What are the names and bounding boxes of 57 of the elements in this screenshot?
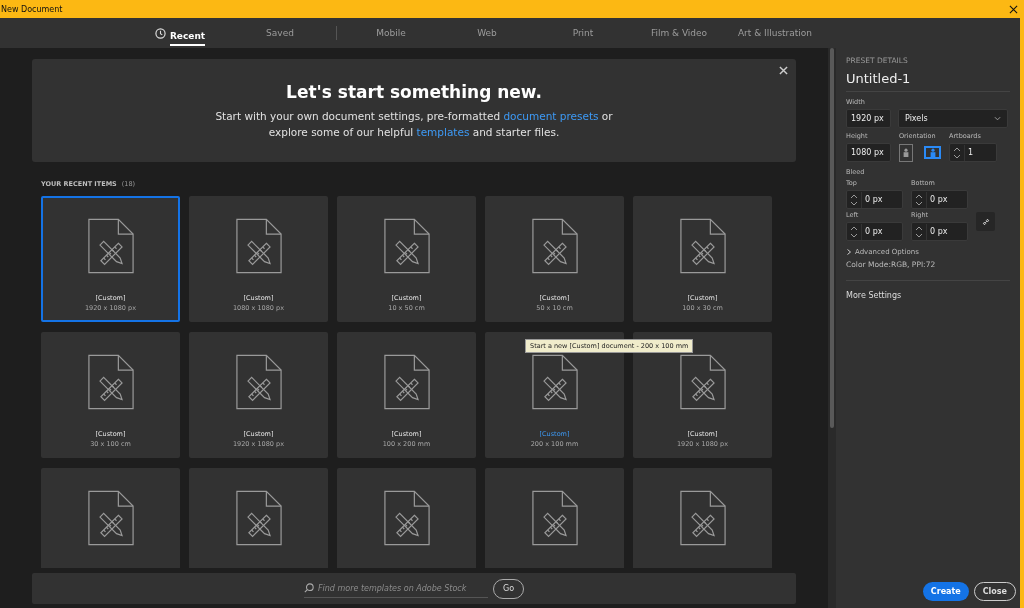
scrollbar[interactable] <box>828 48 836 608</box>
tab[interactable]: Mobile <box>343 18 439 48</box>
document-icon <box>679 218 726 274</box>
tab[interactable]: Film & Video <box>631 18 727 48</box>
link-icon <box>980 216 991 227</box>
portrait-button[interactable] <box>899 143 913 162</box>
document-icon <box>531 218 578 274</box>
bleed-field[interactable]: 0 px <box>911 190 968 209</box>
tab[interactable]: Web <box>439 18 535 48</box>
landscape-button[interactable] <box>924 146 941 159</box>
close-icon[interactable] <box>1009 4 1018 14</box>
document-icon <box>235 354 282 410</box>
link[interactable]: templates <box>416 125 470 138</box>
artboards-field[interactable]: 1 <box>949 143 997 162</box>
welcome-text: Start with your own document settings, pre-formatted document presets or <box>215 108 613 124</box>
document-icon <box>87 218 134 274</box>
document-icon <box>383 354 430 410</box>
create-button[interactable]: Create <box>922 582 969 601</box>
document-card[interactable] <box>633 468 772 568</box>
tab[interactable]: Art & Illustration <box>727 18 823 48</box>
document-icon <box>235 490 282 546</box>
document-card[interactable] <box>485 468 624 568</box>
link-button[interactable] <box>976 212 995 231</box>
person-icon <box>928 147 937 158</box>
document-icon <box>531 354 578 410</box>
tab[interactable]: Recent <box>130 18 230 48</box>
link[interactable]: document presets <box>503 109 599 122</box>
welcome-title: Let's start something new. <box>286 81 542 102</box>
document-icon <box>531 490 578 546</box>
window-title: New Document <box>1 4 63 14</box>
document-card[interactable] <box>189 468 328 568</box>
document-card[interactable] <box>337 468 476 568</box>
bleed-field[interactable]: 0 px <box>911 222 968 241</box>
document-icon <box>235 218 282 274</box>
document-icon <box>383 490 430 546</box>
search-field[interactable]: Find more templates on Adobe Stock <box>303 579 488 598</box>
tab[interactable]: Print <box>535 18 631 48</box>
document-icon <box>679 354 726 410</box>
chevron-right-icon <box>846 249 852 255</box>
document-name[interactable]: Untitled-1 <box>846 65 1010 92</box>
bleed-field[interactable]: 0 px <box>846 190 903 209</box>
search-icon <box>303 583 314 593</box>
document-icon <box>87 354 134 410</box>
more-settings-link[interactable]: More Settings <box>846 291 1010 300</box>
welcome-text: explore some of our helpful templates and starter files. <box>268 124 560 140</box>
height-field[interactable]: 1080 px <box>846 143 891 162</box>
chevron-down-icon <box>994 116 1001 121</box>
document-card[interactable] <box>41 468 180 568</box>
bleed-field[interactable]: 0 px <box>846 222 903 241</box>
tab[interactable]: Saved <box>230 18 330 48</box>
document-icon <box>87 490 134 546</box>
width-field[interactable]: 1920 px <box>846 109 891 128</box>
document-icon <box>679 490 726 546</box>
clock-icon <box>154 27 166 39</box>
document-icon <box>383 218 430 274</box>
units-dropdown[interactable]: Pixels <box>898 109 1008 128</box>
person-icon <box>902 147 910 158</box>
